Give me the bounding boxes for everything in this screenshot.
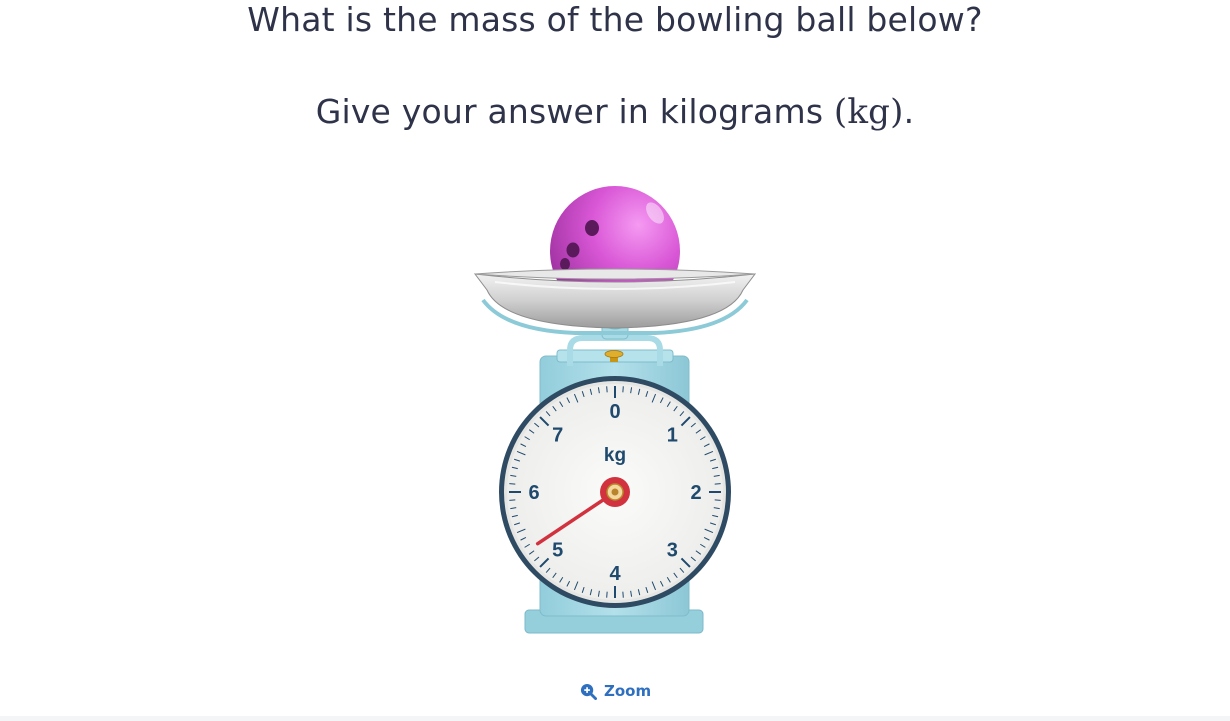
dial-number: 1 [667,425,678,447]
scale-pan [473,268,757,329]
question-page: What is the mass of the bowling ball bel… [0,0,1230,721]
dial-number: 2 [690,482,701,504]
dial-unit-label: kg [604,445,626,466]
kitchen-scale-figure: 0 1 2 3 4 5 6 7 kg [465,178,765,640]
dial-number: 3 [667,539,678,561]
scale-dial: 0 1 2 3 4 5 6 7 kg [499,376,731,608]
unit-math: (kg) [833,92,904,132]
magnifier-plus-icon [580,683,597,700]
dial-number: 0 [609,401,620,423]
dial-number: 4 [609,563,621,585]
answer-instruction: Give your answer in kilograms (kg). [0,92,1230,132]
bottom-divider [0,716,1230,721]
dial-number: 6 [528,482,539,504]
instruction-text: Give your answer in kilograms [315,92,834,131]
question-text: What is the mass of the bowling ball bel… [247,0,983,39]
zoom-button[interactable]: Zoom [580,680,651,702]
dial-number: 5 [552,539,563,561]
dial-number: 7 [552,425,563,447]
instruction-period: . [903,92,915,131]
zoom-label: Zoom [604,682,652,700]
